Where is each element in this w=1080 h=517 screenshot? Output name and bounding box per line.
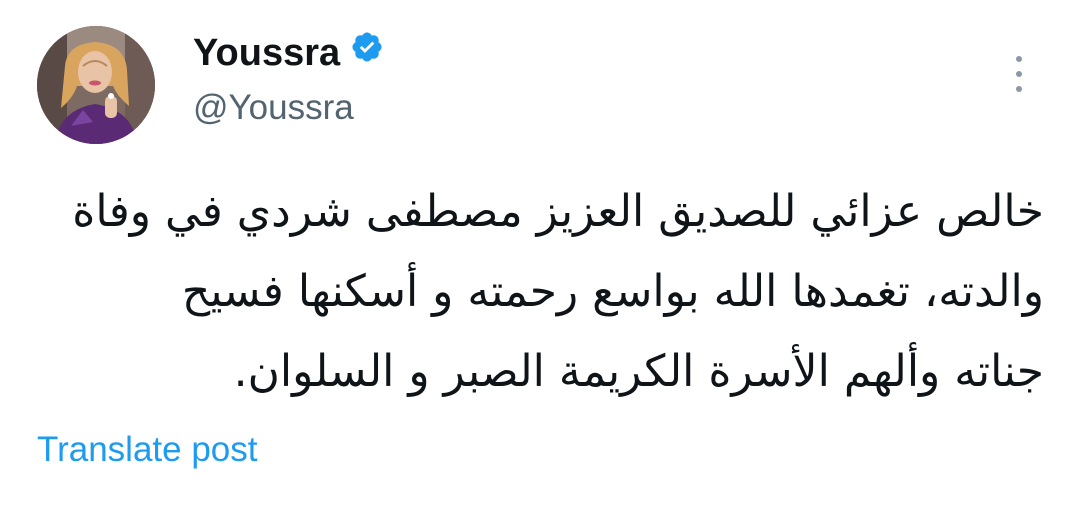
profile-photo xyxy=(37,26,155,144)
translate-post-link[interactable]: Translate post xyxy=(37,428,257,472)
more-vertical-icon-dot xyxy=(1016,86,1022,92)
tweet-text: خالص عزائي للصديق العزيز مصطفى شردي في و… xyxy=(40,172,1044,412)
verified-badge-icon xyxy=(350,29,384,75)
display-name[interactable]: Youssra xyxy=(193,30,384,76)
display-name-text: Youssra xyxy=(193,32,341,74)
more-options-button[interactable] xyxy=(1004,52,1034,96)
tweet-text-line: خالص عزائي للصديق العزيز مصطفى شردي في و… xyxy=(72,186,1044,237)
more-vertical-icon-dot xyxy=(1016,71,1022,77)
avatar[interactable] xyxy=(37,26,155,144)
tweet-text-line: جناته وألهم الأسرة الكريمة الصبر و السلو… xyxy=(233,346,1044,397)
more-vertical-icon xyxy=(1016,56,1022,62)
user-handle[interactable]: @Youssra xyxy=(193,86,354,130)
tweet-text-line: والدته، تغمدها الله بواسع رحمته و أسكنها… xyxy=(181,266,1044,317)
